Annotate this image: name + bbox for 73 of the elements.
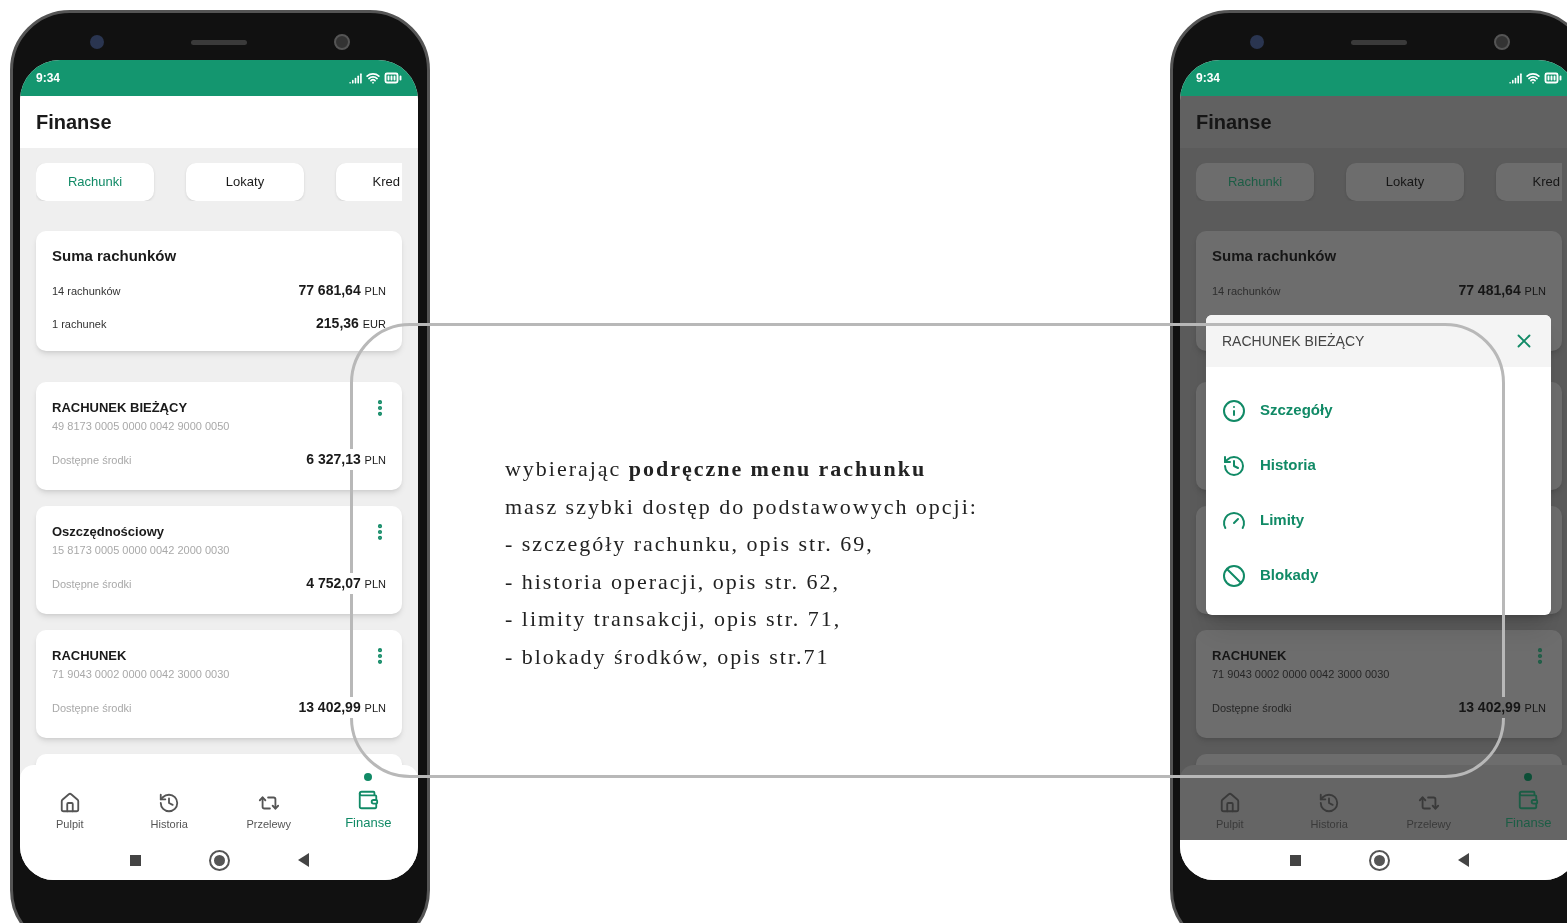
description-line: - szczegóły rachunku, opis str. 69,	[505, 530, 875, 558]
nav-item[interactable]: Pulpit	[20, 765, 120, 840]
signal-icon	[349, 71, 362, 85]
nav-item[interactable]: Historia	[119, 765, 219, 840]
blocked-icon	[1222, 563, 1246, 588]
description-line: - limity transakcji, opis str. 71,	[505, 605, 843, 633]
description-line: - blokady środków, opis str.71	[505, 642, 831, 671]
page-title: Finanse	[1196, 110, 1272, 135]
balance-label: Dostępne środki	[52, 576, 132, 592]
camera-icon	[1250, 35, 1264, 49]
camera-icon	[90, 35, 104, 49]
speaker-grille	[1351, 39, 1407, 45]
tab[interactable]: Lokaty	[1346, 163, 1464, 201]
summary-amount: 215,36 EUR	[316, 313, 386, 333]
account-card[interactable]: RACHUNEK BIEŻĄCY 49 8173 0005 0000 0042 9000 0050 Dostępne środki 6 327,13 PLN	[36, 382, 402, 490]
signal-icon	[1509, 71, 1522, 85]
account-card[interactable]: Oszczędnościowy 15 8173 0005 0000 0042 2000 0030 Dostępne środki 4 752,07 PLN	[36, 506, 402, 614]
back-icon[interactable]	[297, 853, 309, 867]
summary-amount: 77 681,64 PLN	[298, 280, 386, 300]
nav-item[interactable]: Przelewy	[219, 765, 319, 840]
nav-item[interactable]: Finanse	[318, 765, 418, 840]
description-line: wybierając podręczne menu rachunku	[505, 455, 928, 483]
account-number: 71 9043 0002 0000 0042 3000 0030	[1212, 667, 1391, 682]
wifi-icon	[1526, 71, 1540, 85]
account-name: Oszczędnościowy	[52, 523, 164, 541]
menu-item[interactable]: Limity	[1222, 493, 1535, 548]
page-title: Finanse	[36, 110, 112, 135]
home-button-icon[interactable]	[210, 851, 228, 869]
summary-label: 14 rachunków	[1212, 283, 1281, 299]
recents-icon[interactable]	[129, 854, 141, 866]
sensor-icon	[1494, 34, 1510, 50]
account-name: RACHUNEK	[52, 647, 127, 665]
account-card[interactable]: RACHUNEK 71 9043 0002 0000 0042 3000 0030 Dostępne środki 13 402,99 PLN	[1196, 630, 1562, 738]
summary-amount: 77 481,64 PLN	[1458, 280, 1546, 300]
summary-title: Suma rachunków	[1212, 246, 1338, 266]
history-icon	[158, 791, 181, 814]
menu-item[interactable]: Blokady	[1222, 548, 1535, 603]
recents-icon[interactable]	[1289, 854, 1301, 866]
status-time: 9:34	[36, 70, 61, 87]
home-button-icon[interactable]	[1370, 851, 1388, 869]
menu-title: RACHUNEK BIEŻĄCY	[1222, 331, 1365, 351]
wallet-icon	[1517, 788, 1540, 811]
back-icon[interactable]	[1457, 853, 1469, 867]
status-time: 9:34	[1196, 70, 1221, 87]
sensor-icon	[334, 34, 350, 50]
account-card[interactable]: RACHUNEK 71 9043 0002 0000 0042 3000 0030 Dostępne środki 13 402,99 PLN	[36, 630, 402, 738]
summary-title: Suma rachunków	[52, 246, 178, 266]
menu-item[interactable]: Historia	[1222, 438, 1535, 493]
history-icon	[1318, 791, 1341, 814]
account-number: 71 9043 0002 0000 0042 3000 0030	[52, 667, 231, 682]
speaker-grille	[191, 39, 247, 45]
home-icon	[1218, 791, 1241, 814]
history-icon	[1222, 453, 1246, 478]
tab[interactable]: Kred	[1496, 163, 1562, 201]
account-name: RACHUNEK	[1212, 647, 1287, 665]
tab[interactable]: Lokaty	[186, 163, 304, 201]
summary-label: 1 rachunek	[52, 316, 107, 332]
balance-label: Dostępne środki	[52, 452, 132, 468]
summary-label: 14 rachunków	[52, 283, 121, 299]
info-icon	[1222, 398, 1246, 423]
description-line: - historia operacji, opis str. 62,	[505, 567, 841, 596]
account-number: 49 8173 0005 0000 0042 9000 0050	[52, 419, 231, 434]
account-name: RACHUNEK BIEŻĄCY	[52, 399, 188, 417]
balance-label: Dostępne środki	[1212, 700, 1292, 716]
description-line: masz szybki dostęp do podstawowych opcji:	[505, 492, 979, 521]
wifi-icon	[366, 71, 380, 85]
menu-item[interactable]: Szczegóły	[1222, 383, 1535, 438]
account-number: 15 8173 0005 0000 0042 2000 0030	[52, 543, 231, 558]
tab[interactable]: Rachunki	[36, 163, 154, 201]
home-icon	[58, 791, 81, 814]
tab[interactable]: Kred	[336, 163, 402, 201]
balance-label: Dostępne środki	[52, 700, 132, 716]
wallet-icon	[357, 788, 380, 811]
